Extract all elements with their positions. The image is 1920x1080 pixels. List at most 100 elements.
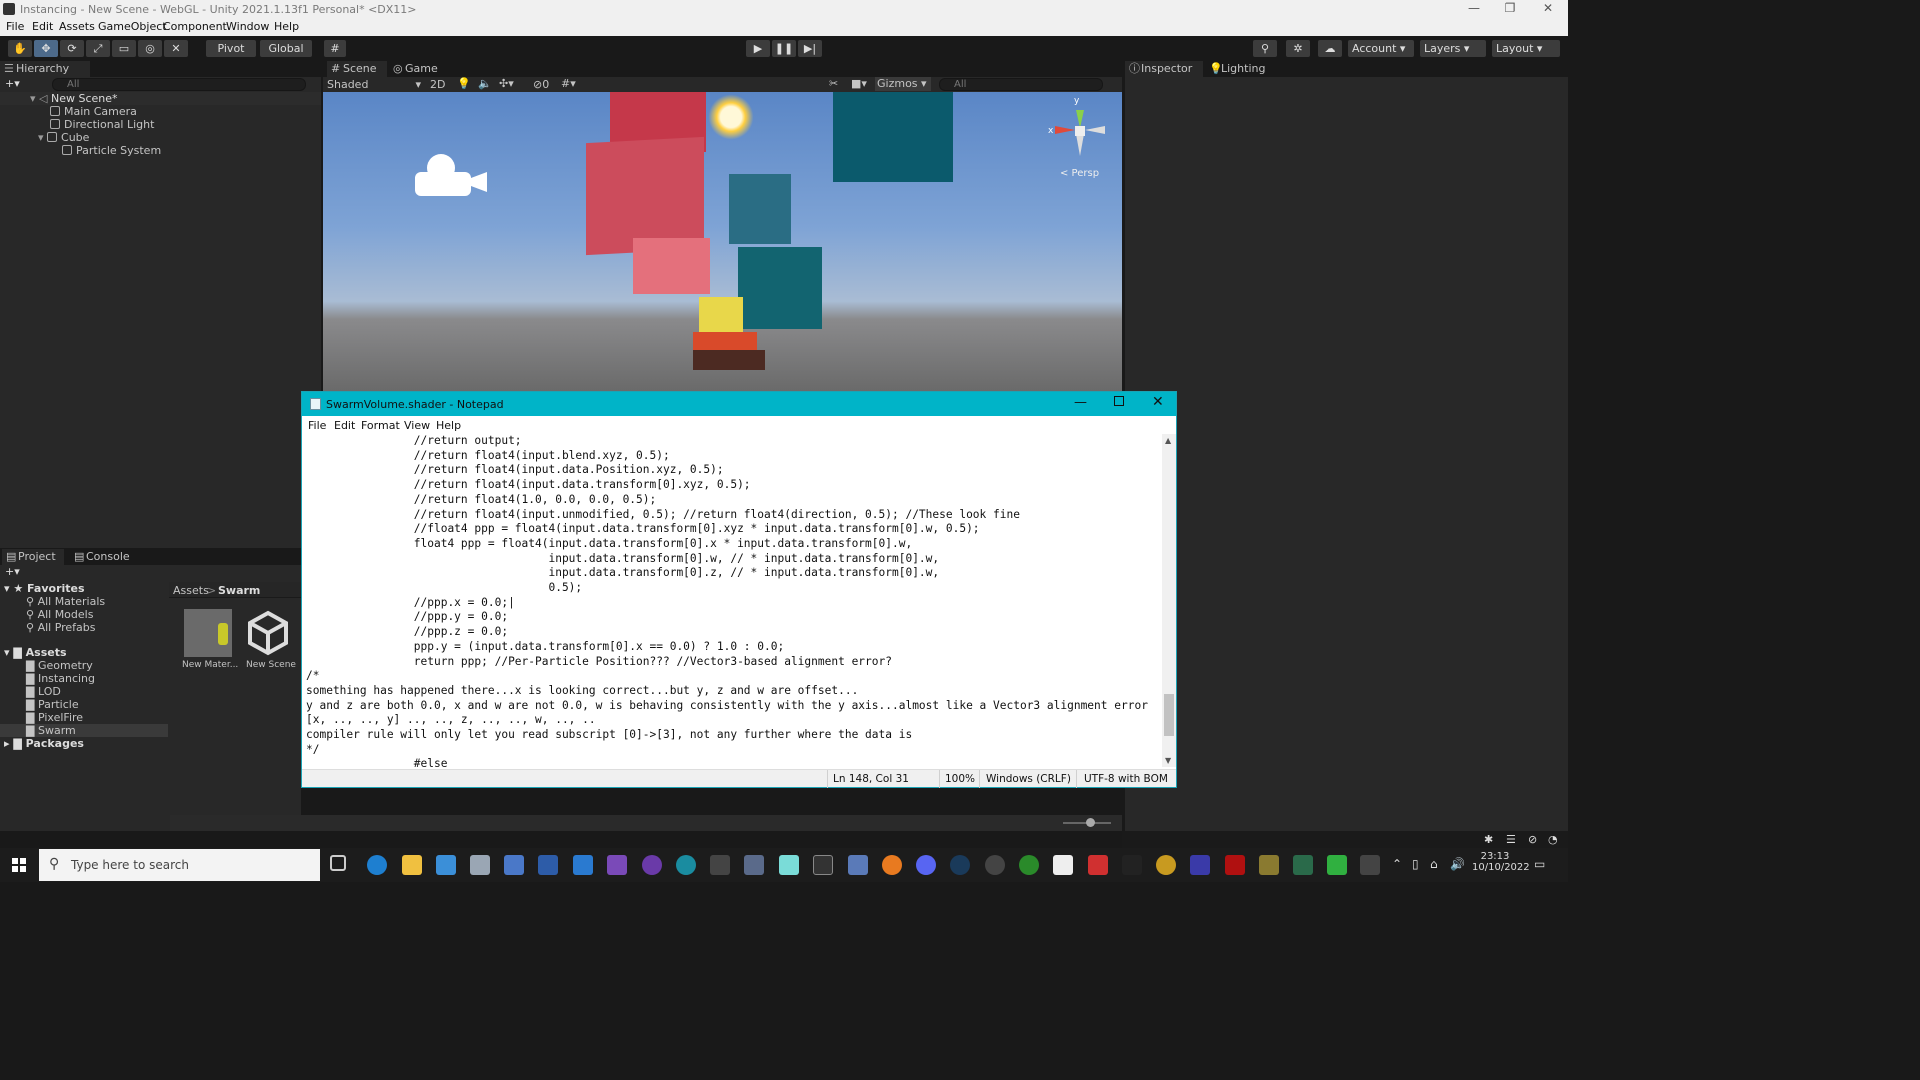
blender-icon[interactable] [882, 855, 902, 875]
folder-lod[interactable]: ▇ LOD [0, 685, 61, 698]
pause-button[interactable]: ❚❚ [772, 40, 796, 57]
scene-viewport[interactable]: y x < Persp [323, 92, 1122, 391]
grid-toggle-icon[interactable]: #▾ [561, 77, 576, 90]
file-explorer-icon[interactable] [402, 855, 422, 875]
menu-edit[interactable]: Edit [32, 20, 53, 33]
rect-tool-icon[interactable]: ▭ [112, 40, 136, 57]
audio-toggle-icon[interactable]: 🔈 [478, 77, 492, 90]
tab-project[interactable]: ▤ Project [2, 549, 64, 565]
favorite-all-materials[interactable]: ⚲ All Materials [0, 595, 105, 608]
app-icon[interactable] [710, 855, 730, 875]
app-icon[interactable] [1259, 855, 1279, 875]
notepad-menu-format[interactable]: Format [361, 419, 400, 432]
custom-tool-icon[interactable]: ✕ [164, 40, 188, 57]
tab-inspector[interactable]: ⓘ Inspector [1125, 61, 1203, 77]
notepad-menu-help[interactable]: Help [436, 419, 461, 432]
favorites-header[interactable]: ▾ ★ Favorites [0, 582, 85, 595]
app-icon[interactable] [744, 855, 764, 875]
packages-header[interactable]: ▸ ▇ Packages [0, 737, 84, 750]
folder-geometry[interactable]: ▇ Geometry [0, 659, 93, 672]
network-icon[interactable]: ⌂ [1430, 857, 1438, 871]
search-icon[interactable]: ⚲ [1253, 40, 1277, 57]
app-icon[interactable] [1088, 855, 1108, 875]
cache-icon[interactable]: ☰ [1506, 833, 1516, 846]
hidden-objects-icon[interactable]: ⊘0 [533, 78, 549, 91]
breadcrumb-assets[interactable]: Assets [173, 584, 209, 597]
rotate-tool-icon[interactable]: ⟳ [60, 40, 84, 57]
global-toggle[interactable]: Global [260, 40, 312, 57]
visual-studio-icon[interactable] [607, 855, 627, 875]
notepad-scrollbar[interactable]: ▲ ▼ [1162, 434, 1176, 767]
layout-dropdown[interactable]: Layout ▾ [1492, 40, 1560, 57]
move-tool-icon[interactable]: ✥ [34, 40, 58, 57]
notepad-menu-edit[interactable]: Edit [334, 419, 355, 432]
menu-component[interactable]: Component [163, 20, 227, 33]
clock[interactable]: 23:13 10/10/2022 [1472, 851, 1530, 873]
debug-icon[interactable]: ⊘ [1528, 833, 1537, 846]
zoom-slider-handle[interactable] [1086, 818, 1095, 827]
close-button[interactable]: ✕ [1530, 0, 1566, 19]
notepad-taskbar-icon[interactable] [779, 855, 799, 875]
axis-gizmo[interactable]: y x [1045, 96, 1111, 166]
mode-2d-toggle[interactable]: 2D [430, 78, 445, 91]
transform-tool-icon[interactable]: ◎ [138, 40, 162, 57]
unity-scene-icon[interactable] [244, 609, 292, 657]
restore-button[interactable]: ❐ [1492, 0, 1528, 19]
notepad-close-button[interactable]: ✕ [1152, 394, 1164, 410]
obs-icon[interactable] [985, 855, 1005, 875]
store-icon[interactable] [436, 855, 456, 875]
unity-taskbar-icon[interactable] [1360, 855, 1380, 875]
xbox-icon[interactable] [1019, 855, 1039, 875]
gizmos-dropdown[interactable]: Gizmos ▾ [875, 77, 931, 91]
lighting-toggle-icon[interactable]: 💡 [457, 77, 471, 90]
progress-icon[interactable]: ◔ [1548, 833, 1558, 846]
tab-scene[interactable]: # Scene [327, 61, 387, 77]
menu-assets[interactable]: Assets [59, 20, 95, 33]
grid-snap-icon[interactable]: # [324, 40, 346, 57]
app-icon[interactable] [1225, 855, 1245, 875]
notepad-minimize-button[interactable]: — [1074, 395, 1087, 410]
folder-particle[interactable]: ▇ Particle [0, 698, 79, 711]
play-button[interactable]: ▶ [746, 40, 770, 57]
discord-icon[interactable] [916, 855, 936, 875]
project-add-button[interactable]: +▾ [5, 565, 20, 578]
app-icon[interactable] [1327, 855, 1347, 875]
app-icon[interactable] [504, 855, 524, 875]
hierarchy-item-particle-system[interactable]: Particle System [0, 144, 161, 157]
folder-instancing[interactable]: ▇ Instancing [0, 672, 95, 685]
layers-dropdown[interactable]: Layers ▾ [1420, 40, 1486, 57]
scroll-up-icon[interactable]: ▲ [1165, 436, 1171, 445]
add-button[interactable]: +▾ [5, 77, 20, 90]
github-icon[interactable] [642, 855, 662, 875]
app-icon[interactable] [1190, 855, 1210, 875]
app-icon[interactable] [538, 855, 558, 875]
hand-tool-icon[interactable]: ✋ [8, 40, 32, 57]
volume-icon[interactable]: 🔊 [1450, 857, 1465, 871]
favorite-all-models[interactable]: ⚲ All Models [0, 608, 93, 621]
account-dropdown[interactable]: Account ▾ [1348, 40, 1414, 57]
edge-icon[interactable] [367, 855, 387, 875]
bug-icon[interactable]: ✱ [1484, 833, 1493, 846]
shading-dropdown[interactable]: Shaded ▾ [327, 78, 421, 91]
notepad-menu-view[interactable]: View [404, 419, 430, 432]
cloud-icon[interactable]: ☁ [1318, 40, 1342, 57]
pivot-toggle[interactable]: Pivot [206, 40, 256, 57]
app-icon[interactable] [1122, 855, 1142, 875]
menu-file[interactable]: File [6, 20, 24, 33]
steam-icon[interactable] [950, 855, 970, 875]
hierarchy-search-input[interactable]: All [52, 78, 306, 91]
app-icon[interactable] [848, 855, 868, 875]
folder-swarm[interactable]: ▇ Swarm [0, 724, 168, 737]
tab-game[interactable]: ◎ Game [389, 61, 445, 77]
scroll-down-icon[interactable]: ▼ [1165, 756, 1171, 765]
unity-hub-icon[interactable] [1053, 855, 1073, 875]
favorite-all-prefabs[interactable]: ⚲ All Prefabs [0, 621, 96, 634]
breadcrumb-swarm[interactable]: Swarm [218, 584, 260, 597]
collab-icon[interactable]: ✲ [1286, 40, 1310, 57]
menu-gameobject[interactable]: GameObject [98, 20, 167, 33]
hierarchy-item-cube[interactable]: ▾ Cube [0, 131, 89, 144]
notepad-text-area[interactable]: //return output; //return float4(input.b… [306, 434, 1161, 767]
minimize-button[interactable]: — [1456, 0, 1492, 19]
notepad-maximize-button[interactable] [1114, 396, 1124, 406]
perspective-label[interactable]: < Persp [1060, 168, 1099, 179]
